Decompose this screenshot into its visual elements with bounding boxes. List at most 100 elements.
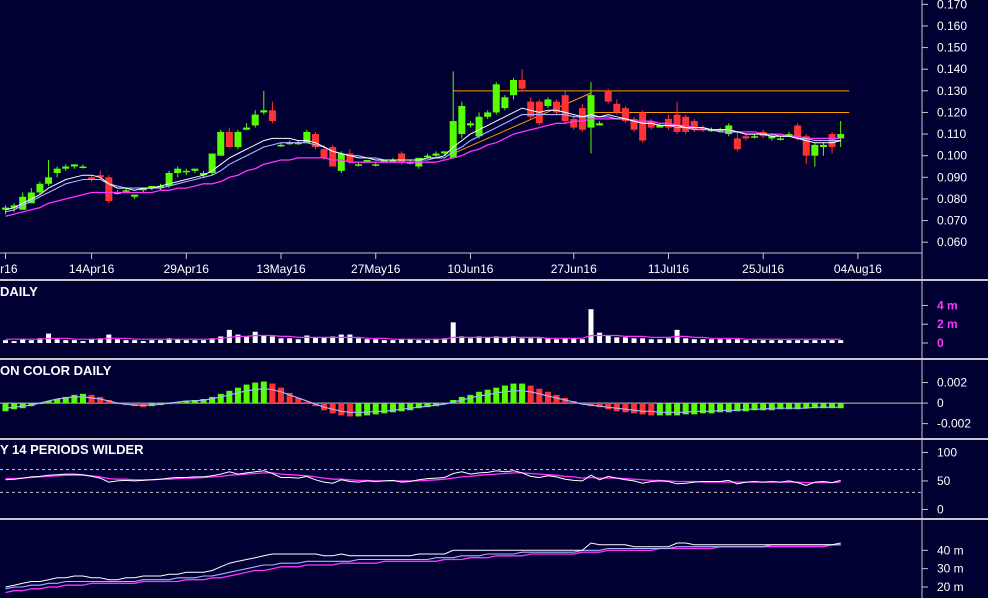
time-tick-label: 10Jun16 <box>447 262 493 276</box>
volume-bar <box>183 340 189 343</box>
macd-panel-title: ON COLOR DAILY <box>0 363 112 378</box>
candle-up <box>337 153 345 171</box>
volume-bar <box>416 340 422 343</box>
volume-bar <box>622 337 628 343</box>
candle-up <box>509 80 517 96</box>
macd-histogram-bar <box>209 396 216 404</box>
macd-histogram-bar <box>510 383 517 404</box>
candle-down <box>518 80 526 89</box>
macd-histogram-bar <box>260 381 267 404</box>
volume-bar <box>140 341 146 343</box>
macd-histogram-bar <box>501 385 508 404</box>
candle-down <box>578 108 586 130</box>
macd-histogram-bar <box>725 403 732 413</box>
volume-bar <box>287 338 293 343</box>
macd-histogram-bar <box>622 403 629 413</box>
candle-up <box>208 153 216 173</box>
macd-histogram-bar <box>691 403 698 415</box>
volume-tick-label: 4 m <box>937 298 958 312</box>
obv-line <box>5 542 841 588</box>
macd-histogram-bar <box>226 390 233 404</box>
macd-histogram-bar <box>79 393 86 404</box>
rsi-tick-label: 0 <box>937 502 944 516</box>
candle-down <box>690 121 698 130</box>
obv-mid-line <box>5 544 841 590</box>
candle-up <box>501 97 509 109</box>
ma-slow-line <box>5 118 841 217</box>
candle-up <box>492 84 500 113</box>
macd-histogram-bar <box>544 391 551 404</box>
time-tick-label: 11Jul16 <box>648 262 689 276</box>
time-tick-label: 29Apr16 <box>164 262 210 276</box>
candle-up <box>819 144 827 148</box>
candle-down <box>673 114 681 132</box>
volume-tick-label: 2 m <box>937 317 958 331</box>
volume-bar <box>20 339 26 343</box>
volume-bar <box>278 338 284 343</box>
volume-bar <box>614 337 620 343</box>
volume-bar <box>562 338 568 343</box>
volume-bar <box>356 338 362 343</box>
volume-bar <box>554 339 560 343</box>
volume-bar <box>579 339 585 343</box>
price-tick-label: 0.090 <box>937 170 967 184</box>
time-tick-label: 25Jul16 <box>742 262 784 276</box>
macd-histogram-bar <box>217 393 224 404</box>
volume-bar <box>640 338 646 343</box>
candle-up <box>131 194 139 197</box>
volume-bar <box>28 340 34 343</box>
candle-up <box>62 166 70 169</box>
volume-bar <box>71 340 77 343</box>
volume-bar <box>175 339 181 343</box>
macd-histogram-bar <box>243 384 250 404</box>
volume-bar <box>132 340 138 343</box>
macd-histogram-bar <box>631 403 638 414</box>
rsi-tick-label: 100 <box>937 445 957 459</box>
volume-bar <box>3 340 8 343</box>
volume-bar <box>364 339 370 343</box>
volume-bar <box>114 339 120 343</box>
price-tick-label: 0.130 <box>937 84 967 98</box>
volume-bar <box>665 338 671 343</box>
volume-bar <box>381 340 387 343</box>
volume-bar <box>261 335 267 343</box>
candle-down <box>398 153 406 163</box>
candle-up <box>466 123 474 126</box>
volume-bar <box>571 338 577 343</box>
volume-bar <box>201 340 207 343</box>
time-tick-label: 04Aug16 <box>834 262 882 276</box>
volume-bar <box>528 338 534 343</box>
candle-up <box>484 112 492 117</box>
macd-histogram-bar <box>613 403 620 412</box>
volume-bar <box>760 340 766 343</box>
macd-line <box>5 388 841 413</box>
obv-slow-line <box>5 544 841 594</box>
obv-tick-label: 40 m <box>937 543 964 557</box>
time-tick-label: pr16 <box>0 262 18 276</box>
macd-histogram-bar <box>252 382 259 404</box>
candle-up <box>122 190 130 192</box>
macd-tick-label: -0.002 <box>937 417 971 431</box>
candle-up <box>217 131 225 156</box>
price-tick-label: 0.070 <box>937 214 967 228</box>
candle-up <box>53 168 61 173</box>
time-tick-label: 13May16 <box>256 262 306 276</box>
macd-histogram-bar <box>234 387 241 404</box>
volume-bar <box>485 337 491 343</box>
volume-bar <box>467 338 473 343</box>
candle-up <box>36 183 44 193</box>
volume-bar <box>502 337 508 343</box>
chart-window: 0.170 0.160 0.150 0.140 0.130 0.120 0.110 0.100… <box>0 0 988 598</box>
volume-average-line <box>5 334 841 340</box>
ma-fast-line <box>5 107 841 211</box>
candle-down <box>604 90 612 102</box>
volume-bar <box>424 340 430 343</box>
volume-bar <box>588 309 594 343</box>
macd-histogram-bar <box>665 403 672 416</box>
macd-histogram-bar <box>407 403 414 411</box>
volume-bar <box>157 340 163 343</box>
candle-up <box>449 121 457 158</box>
volume-bar <box>597 332 603 343</box>
volume-bar <box>54 339 60 343</box>
price-tick-label: 0.160 <box>937 19 967 33</box>
